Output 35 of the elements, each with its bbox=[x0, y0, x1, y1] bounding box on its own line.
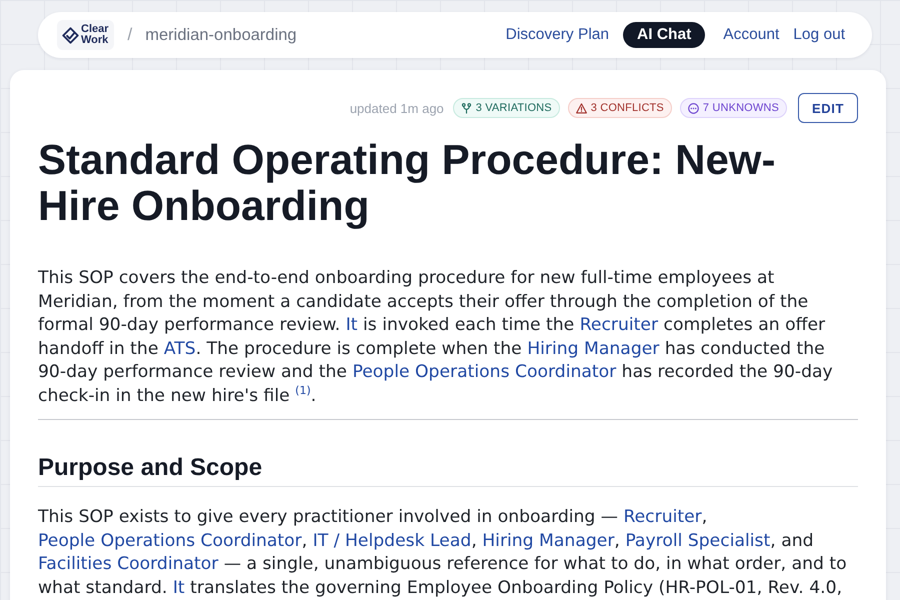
nav-tab[interactable]: Discovery Plan bbox=[506, 26, 610, 44]
footnote-link[interactable]: (1) bbox=[295, 384, 311, 396]
edit-button[interactable]: EDIT bbox=[798, 93, 858, 123]
intro-paragraph: This SOP covers the end-to-end onboarding procedure for new full-time employees at Meridian, from the moment a candidate accepts their offer through the completion of the formal 90-day performance review. It is invoked each time the Recruiter completes an offer handoff in the ATS. The procedure is complete when the Hiring Manager has conducted the 90-day performance review and the People Operations Coordinator has recorded the 90-day check-in in the new hire's file $^{(1)}$. bbox=[38, 267, 834, 408]
branch-icon bbox=[460, 102, 472, 114]
section-paragraph: This SOP exists to give every practitioner involved in onboarding — Recruiter, People Operations Coordinator, IT / Helpdesk Lead, Hiring Manager, Payroll Specialist, and Facilities Coordinator — a single, unambiguous reference for what to do, in what order, and to what standard. It translates the governing Employee Onboarding Policy (HR-POL-01, Rev. 4.0, bbox=[38, 506, 848, 600]
glossary-link[interactable]: Hiring Manager bbox=[527, 338, 660, 358]
diamond-check-icon bbox=[62, 26, 79, 44]
logo-text: Clear bbox=[81, 24, 109, 35]
nav-tab[interactable]: AI Chat bbox=[623, 22, 706, 48]
glossary-link[interactable]: It bbox=[346, 315, 358, 335]
glossary-link[interactable]: IT / Helpdesk Lead bbox=[312, 530, 472, 550]
project-name: meridian-onboarding bbox=[145, 26, 297, 44]
status-badge[interactable]: 3 CONFLICTS bbox=[568, 98, 672, 118]
status-badge[interactable]: 3 VARIATIONS bbox=[452, 98, 560, 118]
updated-time: updated 1m ago bbox=[350, 100, 444, 116]
status-badge[interactable]: 7 UNKNOWNS bbox=[680, 98, 787, 118]
glossary-link[interactable]: Recruiter bbox=[623, 507, 702, 527]
glossary-link[interactable]: Facilities Coordinator bbox=[38, 554, 218, 574]
glossary-link[interactable]: ATS bbox=[164, 338, 196, 358]
glossary-link[interactable]: It bbox=[172, 578, 185, 598]
nav-link[interactable]: Log out bbox=[793, 26, 845, 44]
glossary-link[interactable]: Hiring Manager bbox=[482, 530, 614, 550]
glossary-link[interactable]: Recruiter bbox=[580, 315, 658, 335]
breadcrumb-separator: / bbox=[128, 25, 132, 45]
logo-text: Work bbox=[81, 35, 109, 46]
document-title: Standard Operating Procedure: New-Hire Onboarding bbox=[38, 137, 776, 229]
logo[interactable]: Clear Work bbox=[57, 20, 114, 50]
section-heading: Purpose and Scope bbox=[38, 454, 858, 487]
nav-link[interactable]: Account bbox=[723, 26, 780, 44]
glossary-link[interactable]: People Operations Coordinator bbox=[352, 362, 616, 382]
ellipsis-circle-icon bbox=[688, 102, 699, 114]
glossary-link[interactable]: Payroll Specialist bbox=[625, 530, 770, 550]
glossary-link[interactable]: People Operations Coordinator bbox=[38, 530, 302, 550]
warning-icon bbox=[576, 102, 587, 114]
